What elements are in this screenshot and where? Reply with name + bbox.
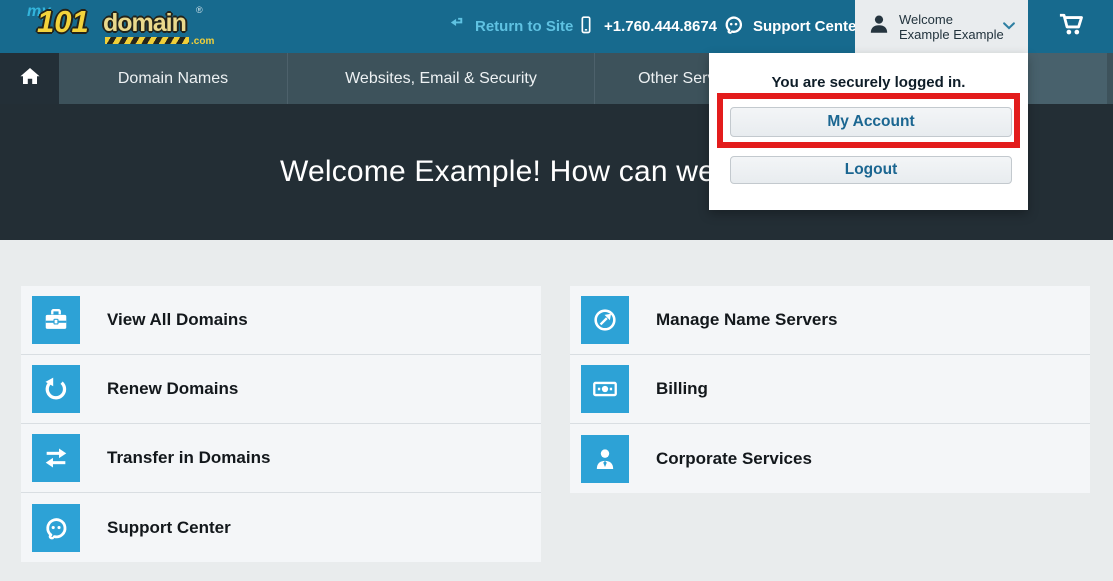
login-status-text: You are securely logged in.	[709, 53, 1028, 91]
user-greeting: Welcome Example Example	[899, 12, 1004, 42]
logo-word: domain	[103, 9, 186, 38]
transfer-icon	[32, 434, 80, 482]
quick-link-manage-name-servers[interactable]: Manage Name Servers	[570, 286, 1090, 355]
main-content: View All Domains Renew Domains Transfer …	[0, 240, 1113, 581]
user-greeting-line1: Welcome	[899, 12, 1004, 27]
support-center-label: Support Center	[753, 18, 862, 35]
account-dropdown: You are securely logged in. My Account L…	[709, 53, 1028, 210]
quick-link-label: Support Center	[107, 518, 231, 538]
briefcase-icon	[32, 296, 80, 344]
phone-link[interactable]: +1.760.444.8674	[576, 0, 717, 53]
renew-icon	[32, 365, 80, 413]
nav-home-tab[interactable]	[0, 53, 59, 104]
site-logo[interactable]: my 101 domain .com ®	[26, 3, 206, 50]
top-bar: my 101 domain .com ® Return to Site +1.7…	[0, 0, 1113, 53]
headset-icon	[32, 504, 80, 552]
cart-icon	[1055, 10, 1087, 43]
user-greeting-line2: Example Example	[899, 27, 1004, 42]
logo-tld: .com	[191, 36, 214, 47]
quick-link-label: Renew Domains	[107, 379, 238, 399]
quick-link-label: View All Domains	[107, 310, 248, 330]
quick-link-label: Transfer in Domains	[107, 448, 270, 468]
quick-link-label: Manage Name Servers	[656, 310, 837, 330]
businessperson-icon	[581, 435, 629, 483]
money-bill-icon	[581, 365, 629, 413]
quick-link-label: Billing	[656, 379, 708, 399]
page: my 101 domain .com ® Return to Site +1.7…	[0, 0, 1113, 581]
cart-button[interactable]	[1028, 0, 1113, 53]
nav-tab-websites-email-security[interactable]: Websites, Email & Security	[288, 53, 595, 104]
quick-link-corporate-services[interactable]: Corporate Services	[570, 424, 1090, 493]
return-to-site-label: Return to Site	[475, 18, 573, 35]
phone-number: +1.760.444.8674	[604, 18, 717, 35]
quick-link-billing[interactable]: Billing	[570, 355, 1090, 424]
headset-icon	[722, 13, 745, 40]
account-tab-highlight	[1028, 53, 1107, 104]
return-arrow-icon	[448, 15, 467, 38]
quick-link-label: Corporate Services	[656, 449, 812, 469]
logout-button[interactable]: Logout	[730, 156, 1012, 184]
quick-link-renew-domains[interactable]: Renew Domains	[21, 355, 541, 424]
chevron-down-icon	[1000, 17, 1018, 40]
quick-links-left-panel: View All Domains Renew Domains Transfer …	[21, 286, 541, 562]
my-account-button[interactable]: My Account	[730, 107, 1012, 137]
quick-links-right-panel: Manage Name Servers Billing Corporate Se…	[570, 286, 1090, 493]
support-center-link[interactable]: Support Center	[722, 0, 862, 53]
quick-link-support-center[interactable]: Support Center	[21, 493, 541, 562]
quick-link-transfer-in-domains[interactable]: Transfer in Domains	[21, 424, 541, 493]
compass-icon	[581, 296, 629, 344]
account-menu-toggle[interactable]: Welcome Example Example	[855, 0, 1028, 53]
return-to-site-link[interactable]: Return to Site	[448, 0, 573, 53]
quick-link-view-all-domains[interactable]: View All Domains	[21, 286, 541, 355]
hero-heading: Welcome Example! How can we	[280, 155, 715, 189]
registered-mark: ®	[196, 5, 203, 15]
logo-hazard-stripes	[105, 37, 189, 44]
nav-tab-domain-names[interactable]: Domain Names	[59, 53, 288, 104]
mobile-phone-icon	[576, 14, 596, 40]
user-icon	[867, 12, 891, 41]
logo-number: 101	[37, 4, 89, 40]
home-icon	[17, 64, 43, 93]
